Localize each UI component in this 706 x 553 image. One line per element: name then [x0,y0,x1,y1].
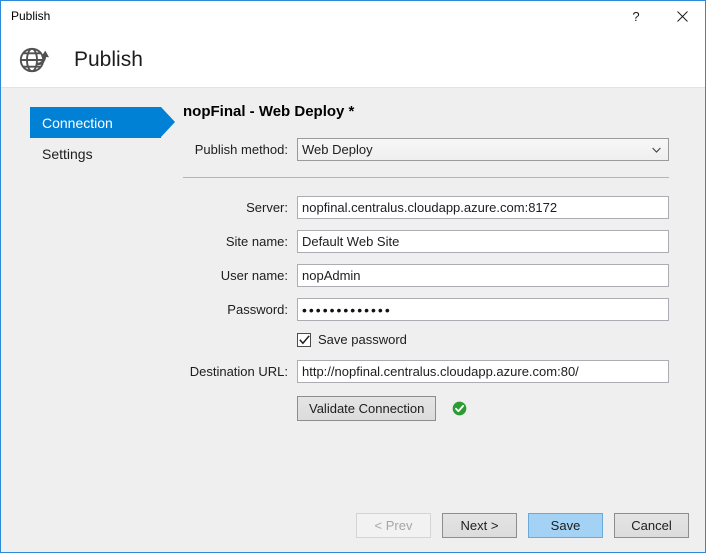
publish-method-value: Web Deploy [302,142,373,157]
destination-url-input[interactable] [297,360,669,383]
question-mark-icon: ? [632,8,640,24]
save-password-checkbox[interactable] [297,332,311,347]
user-name-input[interactable] [297,264,669,287]
user-name-row: User name: [183,264,669,287]
publish-method-label: Publish method: [194,142,288,157]
password-masked-value: ••••••••••••• [302,301,392,318]
server-label: Server: [246,200,288,215]
save-button[interactable]: Save [528,513,603,538]
site-name-input[interactable] [297,230,669,253]
user-name-label: User name: [220,268,288,283]
chevron-down-icon [652,147,661,153]
dialog-header: Publish [1,31,705,88]
destination-url-label: Destination URL: [189,364,288,379]
site-name-row: Site name: [183,230,669,253]
title-bar: Publish ? [1,1,705,31]
help-button[interactable]: ? [613,1,659,31]
cancel-button[interactable]: Cancel [614,513,689,538]
prev-button[interactable]: < Prev [356,513,431,538]
dialog-footer: < Prev Next > Save Cancel [1,499,705,552]
publish-method-select[interactable]: Web Deploy [297,138,669,161]
destination-url-row: Destination URL: [183,360,669,383]
password-input[interactable]: ••••••••••••• [297,298,669,321]
main-pane: nopFinal - Web Deploy * Publish method: … [183,88,705,499]
success-check-icon [453,401,467,416]
server-row: Server: [183,196,669,219]
publish-dialog-window: Publish ? Publish Connection Settings no… [0,0,706,553]
sidebar-nav: Connection Settings [1,88,183,499]
password-row: Password: ••••••••••••• [183,298,669,321]
dialog-body: Connection Settings nopFinal - Web Deplo… [1,88,705,499]
publish-method-row: Publish method: Web Deploy [183,138,669,161]
server-input[interactable] [297,196,669,219]
validate-connection-row: Validate Connection [183,396,669,421]
profile-title: nopFinal - Web Deploy * [183,103,355,120]
window-controls: ? [613,1,705,31]
sidebar-item-settings[interactable]: Settings [30,138,161,169]
next-button[interactable]: Next > [442,513,517,538]
close-button[interactable] [659,1,705,31]
sidebar-item-label: Connection [42,114,113,131]
sidebar-item-label: Settings [42,145,93,162]
site-name-label: Site name: [225,234,288,249]
window-title: Publish [11,9,51,23]
sidebar-item-connection[interactable]: Connection [30,107,175,138]
save-password-label[interactable]: Save password [318,332,407,347]
password-label: Password: [227,302,288,317]
save-password-row: Save password [183,332,669,347]
globe-publish-icon [15,40,53,78]
close-icon [676,10,688,22]
page-title: Publish [74,47,143,71]
checkmark-icon [298,334,310,344]
validate-connection-button[interactable]: Validate Connection [297,396,437,421]
section-divider [183,177,669,178]
